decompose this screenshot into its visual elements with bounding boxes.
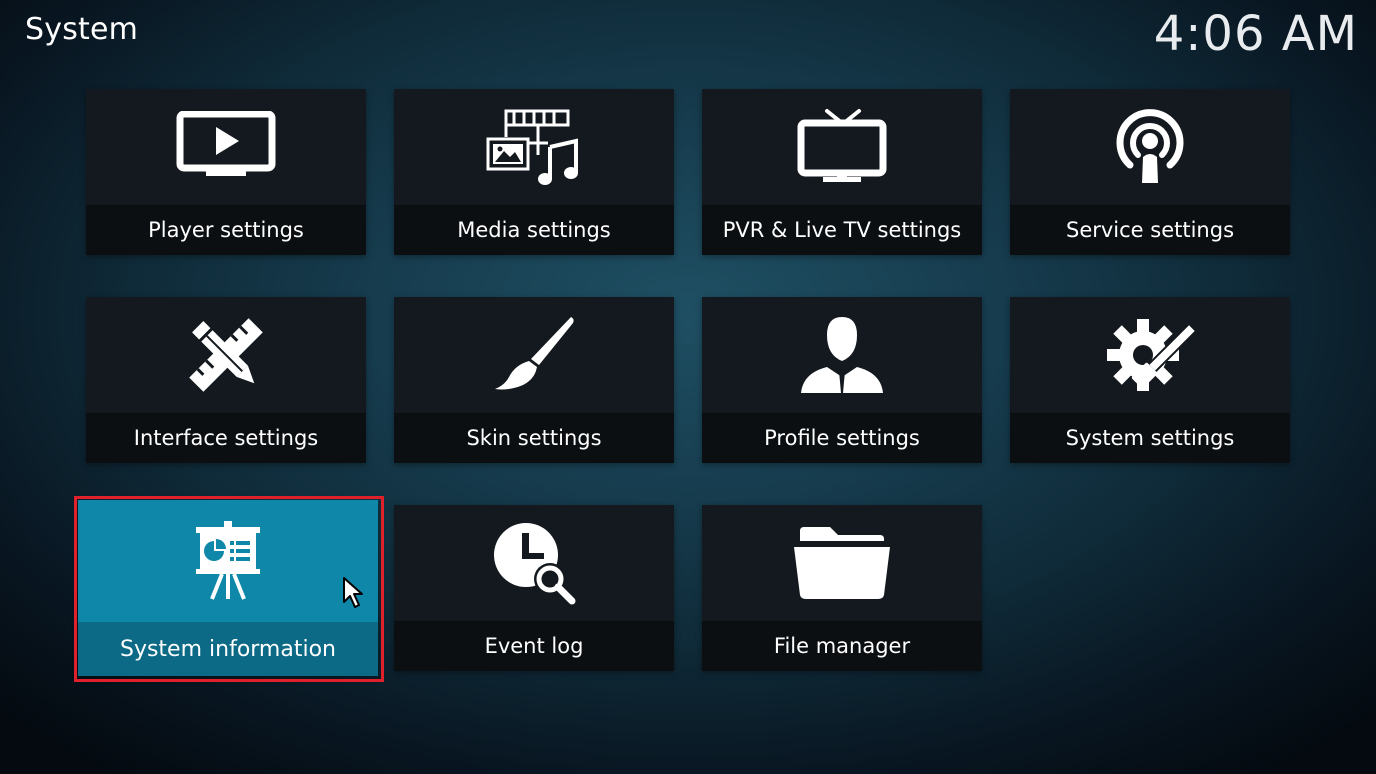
- tile-label: System information: [119, 636, 336, 662]
- tile-player-settings[interactable]: Player settings: [86, 89, 366, 255]
- presentation-icon: [196, 521, 260, 600]
- tile-system-settings[interactable]: System settings: [1010, 297, 1290, 463]
- tile-label: PVR & Live TV settings: [722, 218, 962, 242]
- tile-system-information[interactable]: System information: [78, 500, 378, 676]
- media-icon: [486, 109, 578, 185]
- tile-label: File manager: [773, 634, 911, 658]
- profile-icon: [801, 317, 883, 393]
- tile-skin-settings[interactable]: Skin settings: [394, 297, 674, 463]
- tile-label: Event log: [484, 634, 584, 658]
- tile-label: Player settings: [148, 218, 304, 242]
- tv-play-icon: [176, 111, 276, 176]
- live-tv-icon: [797, 109, 887, 182]
- clock: 4:06 AM: [1153, 6, 1358, 62]
- tile-label: Media settings: [457, 218, 611, 242]
- tile-media-settings[interactable]: Media settings: [394, 89, 674, 255]
- tile-service-settings[interactable]: Service settings: [1010, 89, 1290, 255]
- tile-label: Service settings: [1065, 218, 1235, 242]
- page-title: System: [25, 12, 139, 47]
- tile-label: Interface settings: [133, 426, 319, 450]
- clock-search-icon: [494, 523, 576, 605]
- tile-interface-settings[interactable]: Interface settings: [86, 297, 366, 463]
- gear-wrench-icon: [1107, 319, 1195, 391]
- broadcast-icon: [1116, 109, 1184, 183]
- tile-file-manager[interactable]: File manager: [702, 505, 982, 671]
- tile-profile-settings[interactable]: Profile settings: [702, 297, 982, 463]
- folder-icon: [794, 527, 890, 599]
- tile-pvr-live-tv-settings[interactable]: PVR & Live TV settings: [702, 89, 982, 255]
- tile-label: Skin settings: [466, 426, 602, 450]
- mouse-cursor-icon: [343, 577, 363, 608]
- pencil-ruler-icon: [189, 318, 263, 392]
- brush-icon: [495, 317, 574, 390]
- tile-label: System settings: [1065, 426, 1235, 450]
- tile-event-log[interactable]: Event log: [394, 505, 674, 671]
- tile-label: Profile settings: [764, 426, 920, 450]
